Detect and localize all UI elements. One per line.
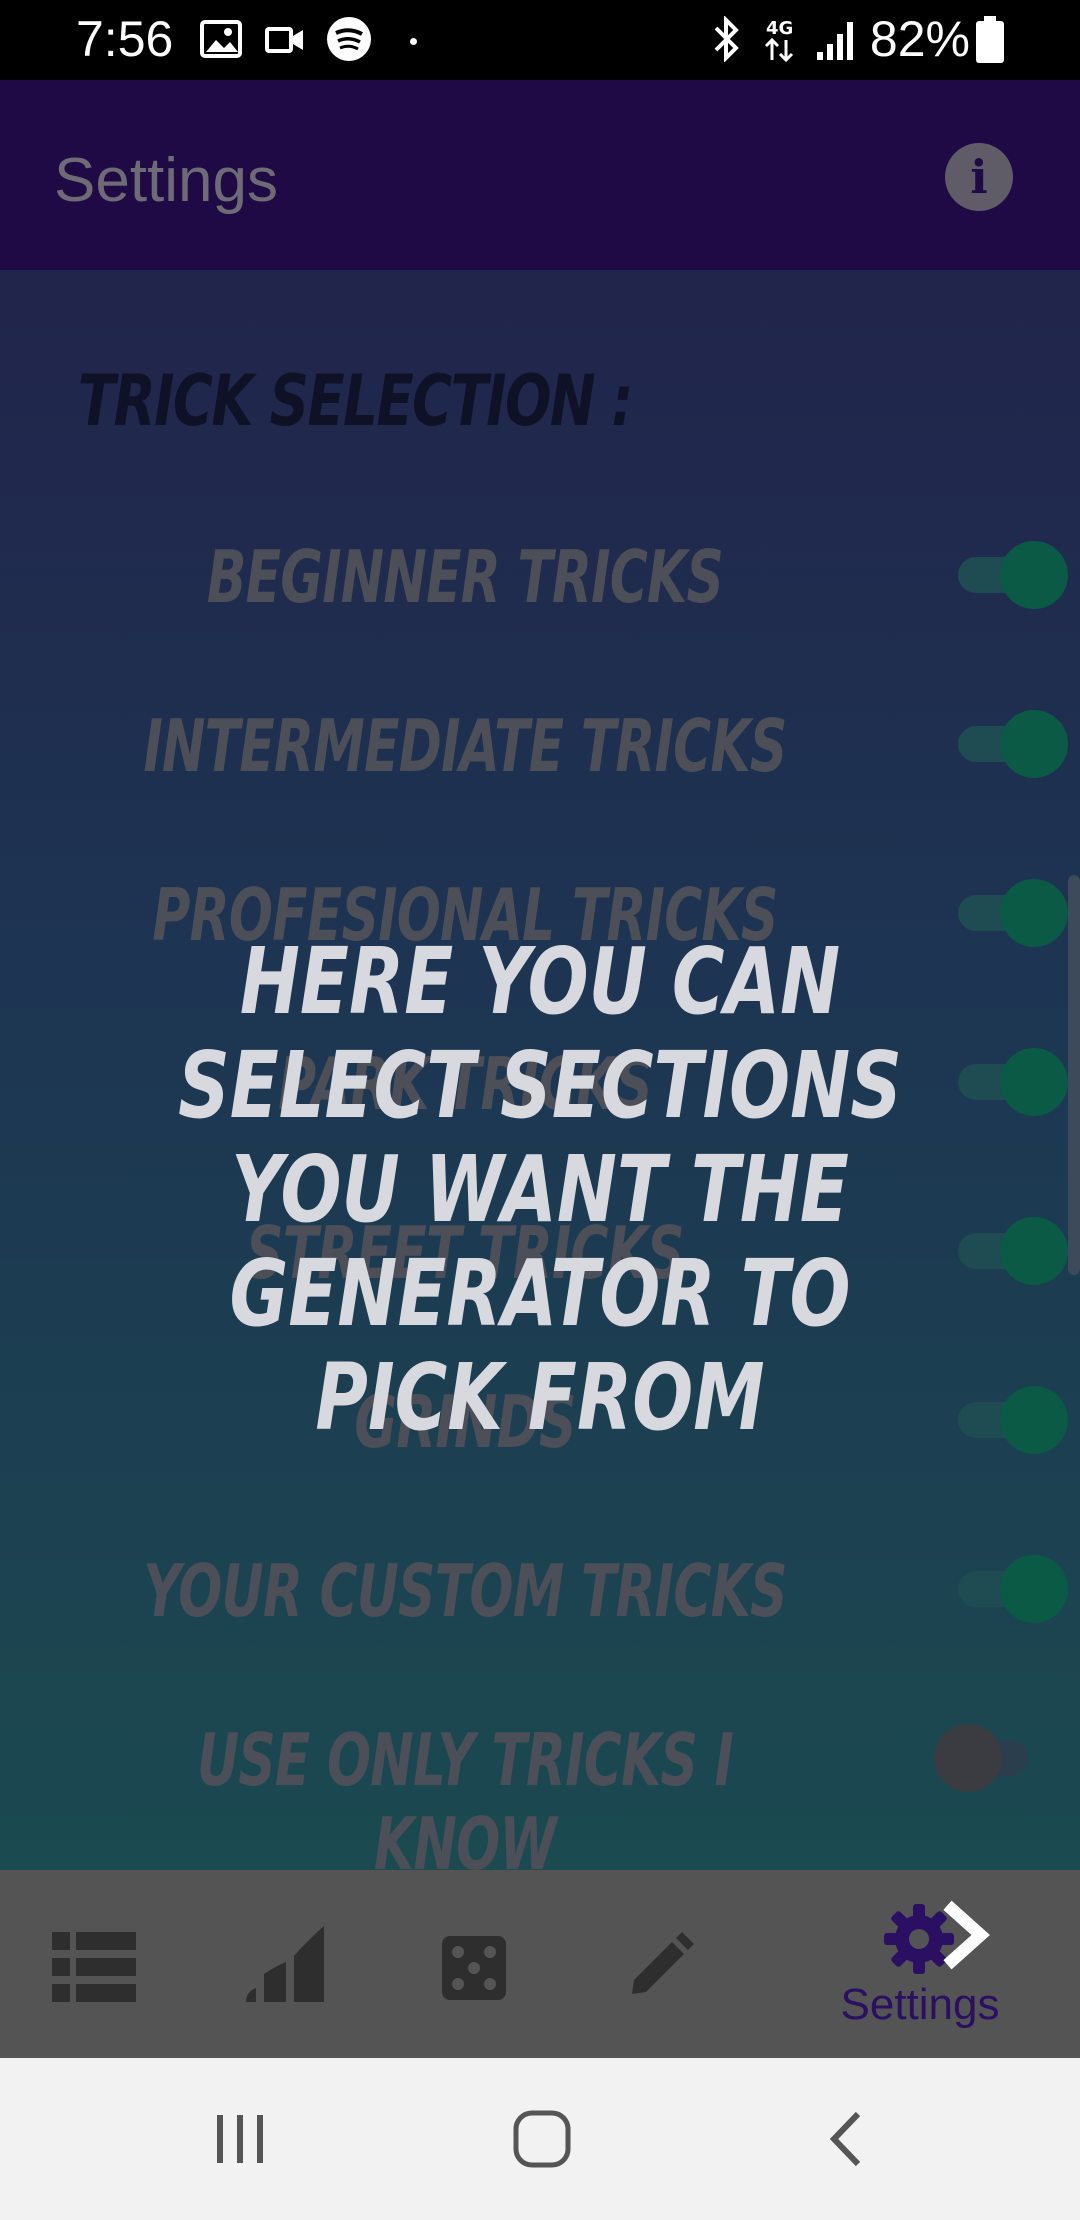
battery-icon [976,16,1004,63]
toggle-switch[interactable] [1000,1386,1068,1454]
overlay-line-3: PICK FROM [315,1344,765,1451]
option-label: YOUR CUSTOM TRICKS [143,1549,787,1633]
toggle-switch[interactable] [1000,541,1068,609]
svg-text:4G: 4G [766,18,793,39]
video-icon [265,27,303,53]
option-row-known-only[interactable]: USE ONLY TRICKS I KNOW [0,1688,1080,1886]
system-navigation [0,2058,1080,2220]
list-icon[interactable] [52,1932,136,2002]
image-icon [200,20,242,58]
overlay-line-1: HERE YOU CAN SELECT SECTIONS [178,928,902,1139]
scroll-indicator[interactable] [1068,875,1080,1275]
bottom-navigation: Settings [0,1870,1080,2058]
pencil-icon[interactable] [628,1932,694,1998]
info-icon: i [970,150,988,204]
back-icon[interactable] [826,2110,866,2168]
toggle-switch[interactable] [1000,1217,1068,1285]
toggle-switch[interactable] [1000,1048,1068,1116]
section-title: TRICK SELECTION : [78,360,633,442]
nav-settings-label[interactable]: Settings [825,1980,1015,2030]
toggle-switch[interactable] [1000,879,1068,947]
4g-icon: 4G [764,18,793,63]
option-row-intermediate[interactable]: INTERMEDIATE TRICKS [0,674,1080,814]
option-label: BEGINNER TRICKS [206,535,724,619]
recent-apps-icon[interactable] [215,2113,267,2165]
signal-icon [817,22,853,60]
home-icon[interactable] [513,2110,571,2168]
dot-icon [410,38,417,45]
option-row-beginner[interactable]: BEGINNER TRICKS [0,505,1080,645]
chevron-right-icon [943,1900,990,1970]
toggle-switch[interactable] [1000,710,1068,778]
toggle-switch[interactable] [934,1724,1002,1792]
app-bar: Settings [0,80,1080,270]
toggle-switch[interactable] [1000,1555,1068,1623]
battery-percent: 82% [869,11,970,67]
status-bar: 7:56 4G 82% [0,0,1080,80]
stats-icon[interactable] [242,1922,326,2002]
overlay-line-2: YOU WANT THE GENERATOR TO [229,1136,851,1347]
option-row-custom[interactable]: YOUR CUSTOM TRICKS [0,1519,1080,1659]
dice-icon[interactable] [442,1936,506,2000]
page-title: Settings [54,146,279,215]
bluetooth-icon [714,16,739,62]
tutorial-overlay[interactable]: HERE YOU CAN SELECT SECTIONS YOU WANT TH… [119,930,961,1450]
status-time: 7:56 [76,11,174,67]
option-label: USE ONLY TRICKS I KNOW [196,1718,734,1886]
option-label: INTERMEDIATE TRICKS [143,704,787,788]
info-button[interactable]: i [945,143,1013,211]
spotify-icon [327,17,371,61]
